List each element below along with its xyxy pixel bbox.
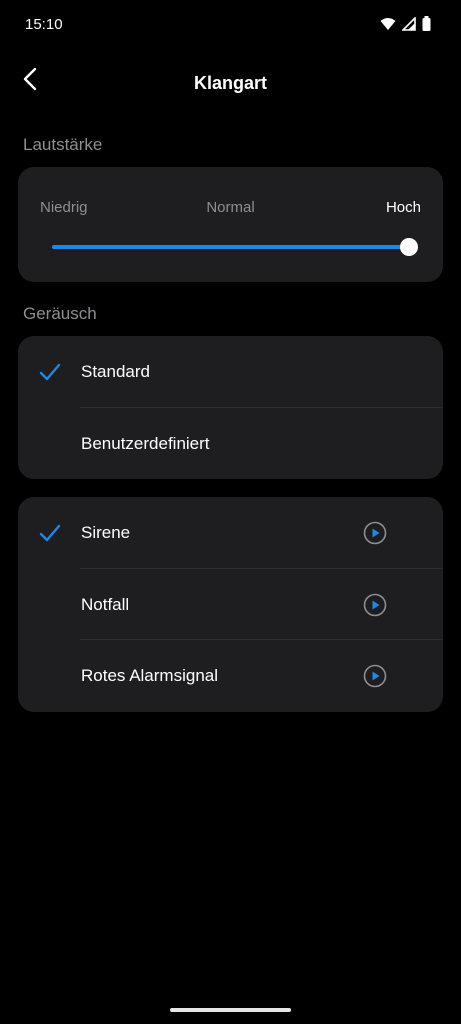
tone-item-rotes-alarmsignal[interactable]: Rotes Alarmsignal [18,640,443,711]
sound-card: Standard Benutzerdefiniert [18,336,443,479]
volume-labels: Niedrig Normal Hoch [40,199,421,219]
volume-section-label: Lautstärke [23,135,103,154]
volume-card: Niedrig Normal Hoch [18,167,443,282]
status-icons [380,15,431,36]
page-title: Klangart [193,73,267,93]
battery-icon [422,16,431,36]
check-icon [38,521,62,545]
sound-option-standard[interactable]: Standard [18,336,443,407]
volume-mid-label[interactable]: Normal [40,199,421,216]
sound-section-label: Geräusch [23,304,97,323]
tone-card: Sirene Notfall Rotes Alarmsignal [18,497,443,712]
home-indicator[interactable] [170,1008,291,1012]
status-time: 15:10 [25,16,63,33]
wifi-icon [380,17,396,36]
sound-option-label: Standard [81,362,150,381]
app-bar: Klangart [0,55,461,111]
volume-slider-fill [52,245,409,249]
status-bar: 15:10 [0,0,461,50]
sound-option-label: Benutzerdefiniert [81,434,210,453]
tone-item-label: Notfall [81,595,130,614]
tone-item-label: Sirene [81,523,131,542]
tone-item-notfall[interactable]: Notfall [18,569,443,640]
volume-high-label[interactable]: Hoch [386,199,421,216]
volume-slider-thumb[interactable] [400,238,418,256]
play-icon[interactable] [363,593,387,617]
play-icon[interactable] [363,521,387,545]
check-icon [38,360,62,384]
tone-item-sirene[interactable]: Sirene [18,497,443,568]
sound-option-custom[interactable]: Benutzerdefiniert [18,408,443,479]
play-icon[interactable] [363,664,387,688]
signal-icon [401,15,416,36]
volume-slider-track[interactable] [52,245,409,249]
tone-item-label: Rotes Alarmsignal [81,666,219,685]
